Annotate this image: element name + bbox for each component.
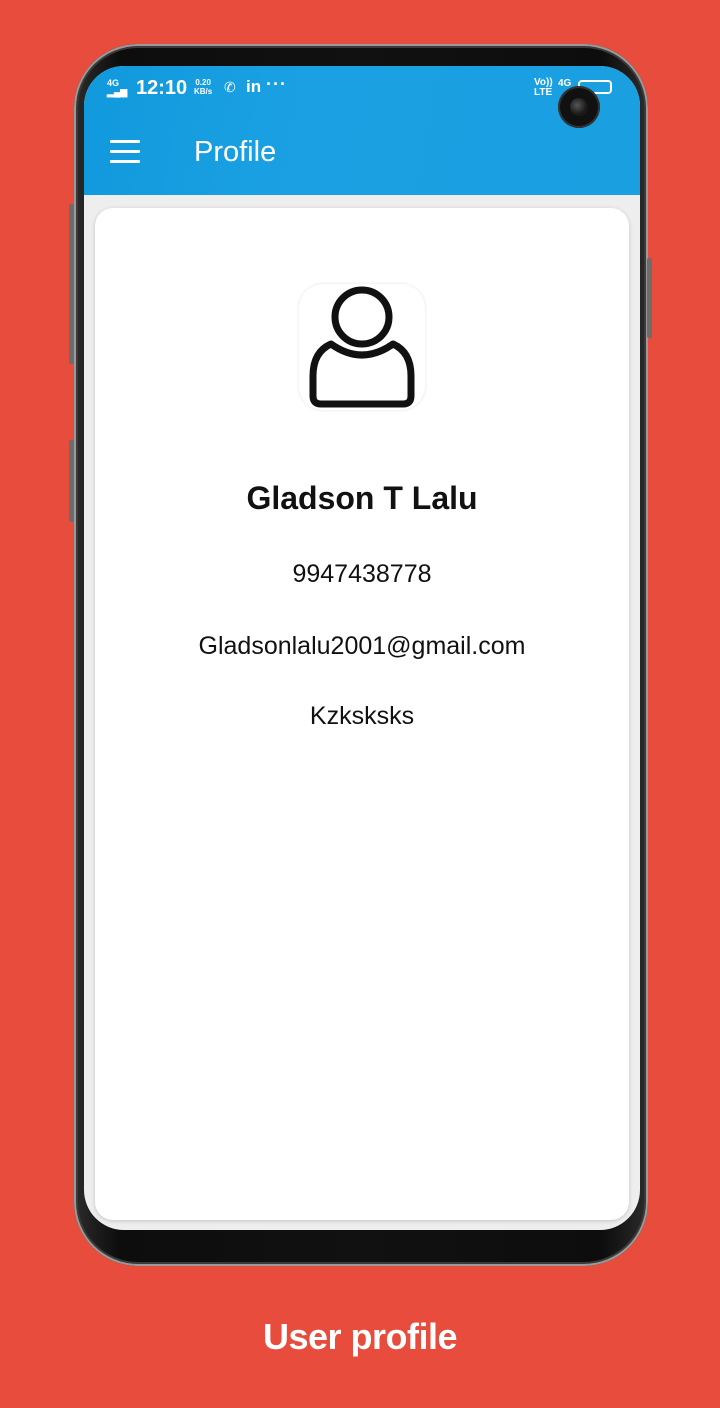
phone-screen: 4G ▂▄▆ 12:10 0.20 KB/s ✆ in ··· Vo)) LTE … <box>84 66 640 1230</box>
hamburger-icon-line <box>110 160 140 163</box>
signal-label: 4G <box>107 78 120 88</box>
hamburger-icon-line <box>110 150 140 153</box>
more-notifications-icon: ··· <box>266 74 287 94</box>
linkedin-icon: in <box>246 77 262 96</box>
profile-address: Kzksksks <box>309 702 415 730</box>
page-title: Profile <box>194 136 277 168</box>
whatsapp-icon: ✆ <box>224 79 236 95</box>
signal-icon: 4G ▂▄▆ <box>107 78 128 97</box>
user-icon <box>309 286 415 408</box>
network-speed: 0.20 KB/s <box>194 78 212 96</box>
profile-name: Gladson T Lalu <box>246 480 478 516</box>
avatar <box>299 284 425 410</box>
app-bar: 4G ▂▄▆ 12:10 0.20 KB/s ✆ in ··· Vo)) LTE … <box>84 66 640 195</box>
menu-button[interactable] <box>110 140 142 166</box>
phone-side-button <box>69 440 74 522</box>
profile-email: Gladsonlalu2001@gmail.com <box>198 632 526 660</box>
phone-side-button <box>69 204 74 364</box>
speed-unit: KB/s <box>194 87 213 96</box>
status-time: 12:10 <box>136 77 188 99</box>
profile-phone: 9947438778 <box>292 560 432 588</box>
profile-card: Gladson T Lalu 9947438778 Gladsonlalu200… <box>95 208 629 1220</box>
hamburger-icon-line <box>110 140 140 143</box>
volte-icon: Vo)) LTE <box>534 78 553 98</box>
status-bar: 4G ▂▄▆ 12:10 0.20 KB/s ✆ in ··· Vo)) LTE … <box>84 66 640 110</box>
phone-side-button <box>647 258 652 338</box>
speed-value: 0.20 <box>195 78 211 87</box>
screenshot-caption: User profile <box>262 1316 458 1357</box>
lte-label: LTE <box>534 87 553 98</box>
front-camera <box>558 86 600 128</box>
